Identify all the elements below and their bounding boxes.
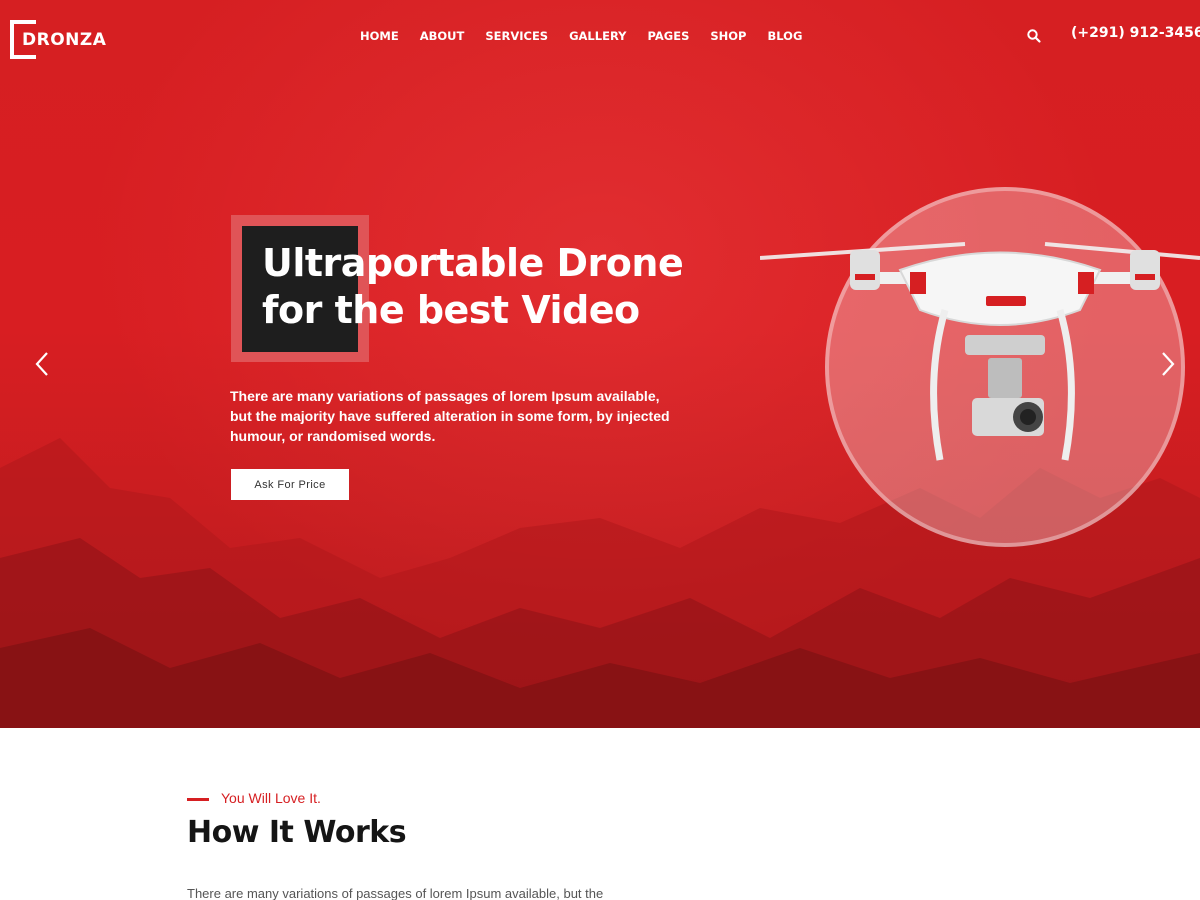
nav-gallery[interactable]: GALLERY [569,29,626,47]
hero-title-line-2: for the best Video [262,288,640,332]
nav-shop[interactable]: SHOP [710,29,746,47]
hero-title: Ultraportable Drone for the best Video [262,240,742,334]
nav-blog[interactable]: BLOG [767,29,802,47]
eyebrow-divider [187,798,209,801]
nav-pages[interactable]: PAGES [648,29,690,47]
hero-title-line-1: Ultraportable Drone [262,241,684,285]
search-icon[interactable] [1026,28,1042,44]
main-nav: HOME ABOUT SERVICES GALLERY PAGES SHOP B… [360,29,823,47]
nav-home[interactable]: HOME [360,29,399,47]
drone-image [760,242,1200,461]
logo-text: DRONZA [22,30,107,50]
chevron-left-icon[interactable] [33,350,51,378]
section-title: How It Works [187,815,407,850]
phone-number[interactable]: (+291) 912-3456-07 [1071,25,1200,41]
section-eyebrow: You Will Love It. [221,790,321,806]
logo[interactable]: DRONZA [10,20,106,60]
nav-services[interactable]: SERVICES [485,29,548,47]
hero-description: There are many variations of passages of… [230,388,670,444]
section-text: There are many variations of passages of… [187,886,604,900]
ask-for-price-button[interactable]: Ask For Price [231,469,349,500]
nav-about[interactable]: ABOUT [420,29,465,47]
